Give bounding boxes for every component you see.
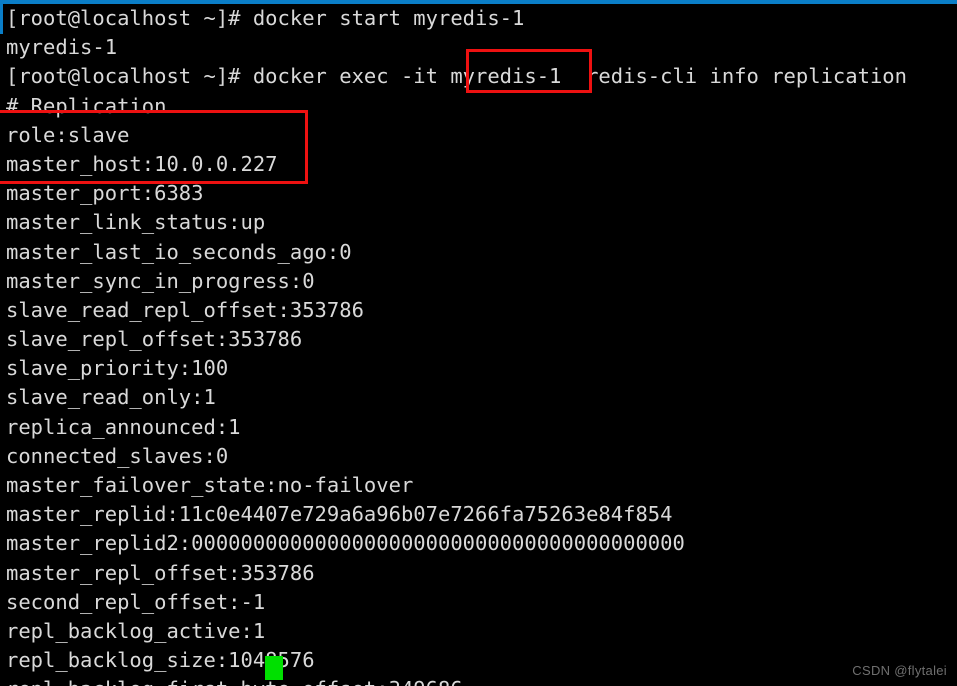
terminal-line: repl_backlog_active:1	[6, 618, 266, 643]
terminal-line: [root@localhost ~]# docker exec -it myre…	[6, 64, 907, 89]
terminal-line: master_host:10.0.0.227	[6, 151, 278, 176]
terminal-cursor	[265, 656, 283, 680]
terminal-line: slave_repl_offset:353786	[6, 327, 303, 352]
terminal-line: repl_backlog_first_byte_offset:349686	[0, 675, 957, 686]
terminal-line: connected_slaves:0	[6, 443, 229, 468]
terminal-line: slave_read_repl_offset:353786	[6, 297, 364, 322]
terminal-line: slave_priority:100	[6, 356, 229, 381]
terminal-line: master_replid:11c0e4407e729a6a96b07e7266…	[6, 502, 673, 527]
terminal-line: slave_read_only:1	[6, 385, 216, 410]
terminal-line: master_failover_state:no-failover	[6, 473, 414, 497]
terminal-line: repl_backlog_size:1048576	[6, 648, 315, 673]
terminal-output[interactable]: [root@localhost ~]# docker start myredis…	[0, 4, 957, 686]
terminal-line: master_link_status:up	[6, 210, 266, 235]
terminal-line: role:slave	[6, 122, 130, 147]
terminal-line: master_sync_in_progress:0	[6, 268, 315, 293]
watermark-text: CSDN @flytalei	[852, 663, 947, 678]
terminal-line: master_port:6383	[6, 181, 204, 206]
terminal-line: [root@localhost ~]# docker start myredis…	[6, 6, 525, 30]
terminal-line: myredis-1	[6, 35, 118, 60]
terminal-line: master_repl_offset:353786	[6, 560, 315, 585]
terminal-line: second_repl_offset:-1	[6, 589, 266, 614]
terminal-window[interactable]: [root@localhost ~]# docker start myredis…	[0, 0, 957, 686]
terminal-line: master_replid2:0000000000000000000000000…	[6, 531, 685, 556]
terminal-line: replica_announced:1	[6, 414, 241, 439]
terminal-line: # Replication	[6, 93, 167, 118]
terminal-line: master_last_io_seconds_ago:0	[6, 239, 352, 264]
